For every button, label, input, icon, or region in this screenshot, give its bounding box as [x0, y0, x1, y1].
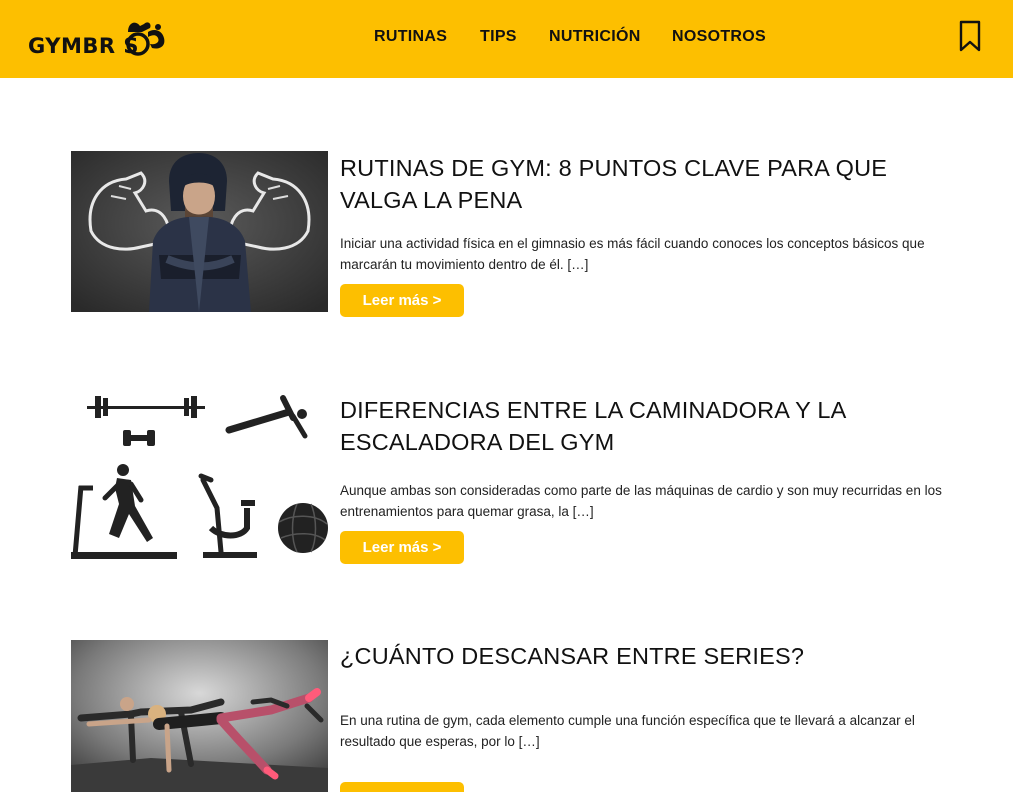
bookmark-icon[interactable] — [958, 20, 982, 52]
site-header: GYMBR S RUTINAS TIPS NUTRICIÓN NOSOTROS — [0, 0, 1013, 78]
read-more-button[interactable]: Leer más > — [340, 782, 464, 792]
post-image-women-exercising[interactable] — [71, 640, 328, 792]
flexed-arm-icon — [126, 22, 165, 56]
nav-item-nutricion[interactable]: NUTRICIÓN — [549, 28, 641, 46]
post-title[interactable]: RUTINAS DE GYM: 8 PUNTOS CLAVE PARA QUE … — [340, 152, 950, 216]
read-more-button[interactable]: Leer más > — [340, 531, 464, 564]
site-logo[interactable]: GYMBR S — [28, 18, 168, 62]
nav-item-rutinas[interactable]: RUTINAS — [374, 28, 447, 46]
post-body: RUTINAS DE GYM: 8 PUNTOS CLAVE PARA QUE … — [340, 151, 950, 275]
post-body: ¿CUÁNTO DESCANSAR ENTRE SERIES? En una r… — [340, 640, 950, 752]
post-title[interactable]: ¿CUÁNTO DESCANSAR ENTRE SERIES? — [340, 640, 950, 672]
read-more-button[interactable]: Leer más > — [340, 284, 464, 317]
post-excerpt: Aunque ambas son consideradas como parte… — [340, 483, 942, 519]
nav-item-nosotros[interactable]: NOSOTROS — [672, 28, 766, 46]
nav-item-tips[interactable]: TIPS — [480, 28, 517, 46]
post-image-gym-equipment[interactable] — [71, 388, 328, 568]
post-excerpt: Iniciar una actividad física en el gimna… — [340, 236, 925, 272]
post-body: DIFERENCIAS ENTRE LA CAMINADORA Y LA ESC… — [340, 388, 950, 522]
post-image-man-hoodie[interactable] — [71, 151, 328, 312]
post-excerpt: En una rutina de gym, cada elemento cump… — [340, 713, 915, 749]
exercise-ball-icon — [278, 503, 328, 553]
post-title[interactable]: DIFERENCIAS ENTRE LA CAMINADORA Y LA ESC… — [340, 394, 950, 458]
